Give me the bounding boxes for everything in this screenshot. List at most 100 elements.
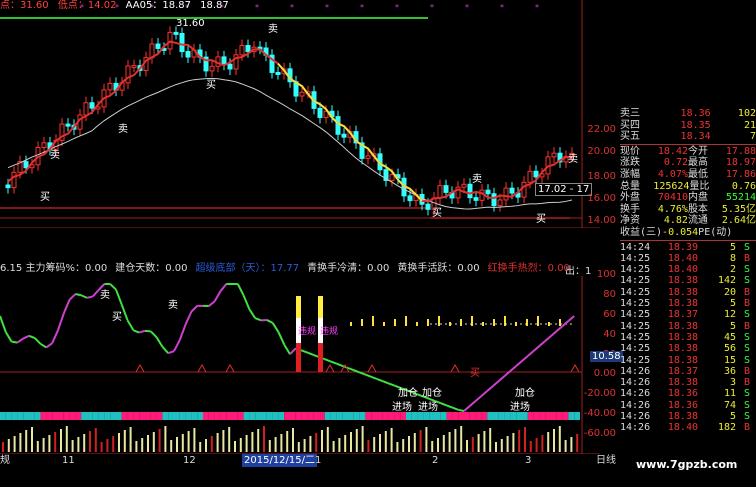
band-segment bbox=[0, 412, 6, 420]
candle-body bbox=[527, 170, 533, 183]
volume-bar bbox=[315, 433, 318, 452]
tick-row: 14:25 18.40 8 B bbox=[620, 252, 750, 264]
ma-short-line-yellow bbox=[277, 62, 423, 202]
oscillator-segment bbox=[115, 289, 123, 306]
volume-bar bbox=[361, 426, 364, 452]
oscillator-segment bbox=[150, 330, 158, 339]
indicator-plot[interactable]: 违规 违规加仓 加仓 加仓进场 进场 进场卖买卖买 bbox=[0, 276, 600, 455]
band-segment bbox=[551, 412, 557, 420]
indicator-chart[interactable]: 违规 违规 加仓 加仓 加仓 进场 进场 进场卖买卖买 bbox=[0, 276, 600, 455]
volume-bar bbox=[60, 429, 62, 452]
indicator-axis: 100 80 60 40 20 0.00 -20.00 -40.00 -60.0… bbox=[582, 269, 622, 454]
band-segment bbox=[162, 412, 169, 420]
volume-bar bbox=[286, 431, 289, 452]
oscillator-segment bbox=[248, 308, 257, 319]
signal-buy: 买 bbox=[432, 207, 442, 219]
oscillator-segment bbox=[428, 397, 436, 402]
volume-bar bbox=[176, 437, 178, 452]
candle-body bbox=[467, 183, 473, 199]
yellow-small-bar bbox=[548, 322, 550, 326]
stat-row: 涨跌 0.72 最高 18.97 bbox=[620, 157, 756, 169]
volume-bar bbox=[83, 434, 86, 452]
yellow-spike bbox=[296, 296, 301, 318]
stat-row: 现价 18.42 今开 17.88 bbox=[620, 145, 756, 157]
oscillator-segment bbox=[446, 404, 453, 409]
volume-bar bbox=[303, 439, 306, 452]
band-segment bbox=[226, 412, 232, 420]
volume-bar bbox=[94, 428, 97, 452]
volume-bar bbox=[263, 426, 265, 452]
candle-body bbox=[275, 71, 281, 75]
candle-body bbox=[173, 31, 179, 35]
volume-bar bbox=[158, 429, 161, 452]
band-segment bbox=[522, 412, 528, 420]
ma-long-line bbox=[7, 77, 573, 210]
band-segment bbox=[440, 412, 447, 420]
cursor-date[interactable]: 2015/12/15/二 bbox=[242, 454, 318, 467]
yellow-small-bar bbox=[515, 322, 517, 326]
oscillator-segment bbox=[556, 325, 564, 332]
volume-bar bbox=[129, 427, 132, 452]
month-11: 11 bbox=[62, 455, 75, 466]
period-label[interactable]: 日线 bbox=[596, 454, 616, 467]
yellow-small-bar bbox=[350, 322, 352, 326]
yellow-small-bar bbox=[559, 319, 561, 326]
candle-body bbox=[239, 45, 245, 56]
candle-body bbox=[461, 183, 467, 188]
volume-bar bbox=[553, 429, 555, 452]
band-segment bbox=[429, 412, 435, 420]
chart-header: 点：31.60 低点：14.02 AA05：18.87 18.87 bbox=[0, 0, 600, 14]
band-segment bbox=[481, 412, 488, 420]
aa05-extra: 18.87 bbox=[200, 0, 229, 11]
candle-body bbox=[503, 187, 509, 201]
band-segment bbox=[319, 412, 325, 420]
month-12: 12 bbox=[183, 455, 196, 466]
band-segment bbox=[324, 412, 331, 420]
volume-bar bbox=[25, 430, 28, 452]
oscillator-segment bbox=[34, 337, 42, 345]
band-segment bbox=[493, 412, 499, 420]
peak-annotation: 31.60 bbox=[176, 18, 205, 29]
axis-tick: 40 bbox=[603, 329, 616, 340]
volume-bar bbox=[512, 433, 515, 452]
oscillator-segment bbox=[62, 299, 71, 314]
candle-body bbox=[407, 195, 413, 202]
band-segment bbox=[394, 412, 401, 420]
axis-tick: 100 bbox=[596, 269, 616, 280]
volume-bar bbox=[170, 440, 173, 452]
volume-bar bbox=[506, 436, 509, 452]
band-segment bbox=[400, 412, 406, 420]
signal-buy: 买 bbox=[40, 191, 50, 203]
yellow-small-bar bbox=[471, 316, 473, 326]
band-segment bbox=[185, 412, 192, 420]
main-chart[interactable]: 买卖卖买卖买卖买卖 * * * * * * * * * * * * * * bbox=[0, 0, 600, 229]
candlestick-chart[interactable]: 买卖卖买卖买卖买卖* * * * * * * * * * * * * * bbox=[0, 0, 600, 229]
oscillator-segment bbox=[236, 283, 245, 296]
axis-tick: 20.00 bbox=[587, 146, 616, 157]
band-segment bbox=[284, 412, 290, 420]
tick-row: 14:25 18.40 2 S bbox=[620, 264, 750, 276]
oscillator-segment bbox=[561, 320, 570, 327]
band-segment bbox=[330, 412, 337, 420]
candle-body bbox=[443, 185, 449, 193]
band-segment bbox=[92, 412, 99, 420]
tick-row: 14:26 18.40 182 B bbox=[620, 422, 750, 434]
band-segment bbox=[353, 412, 360, 420]
yellow-small-bar bbox=[460, 319, 462, 326]
volume-bar bbox=[54, 432, 57, 452]
yellow-small-bar bbox=[493, 319, 495, 326]
candle-body bbox=[425, 203, 431, 210]
band-segment bbox=[365, 412, 372, 420]
divider bbox=[620, 143, 756, 145]
tick-row: 14:26 18.38 5 S bbox=[620, 410, 750, 422]
signal-add_position: 加仓 bbox=[398, 386, 418, 399]
candle-body bbox=[497, 199, 503, 207]
volume-bar bbox=[36, 441, 39, 452]
band-segment bbox=[464, 412, 470, 420]
oscillator-segment bbox=[155, 336, 164, 348]
volume-bar bbox=[541, 435, 544, 452]
volume-bar bbox=[408, 436, 410, 452]
oscillator-segment bbox=[40, 343, 47, 349]
candle-body bbox=[551, 152, 557, 158]
volume-bar bbox=[7, 439, 10, 452]
